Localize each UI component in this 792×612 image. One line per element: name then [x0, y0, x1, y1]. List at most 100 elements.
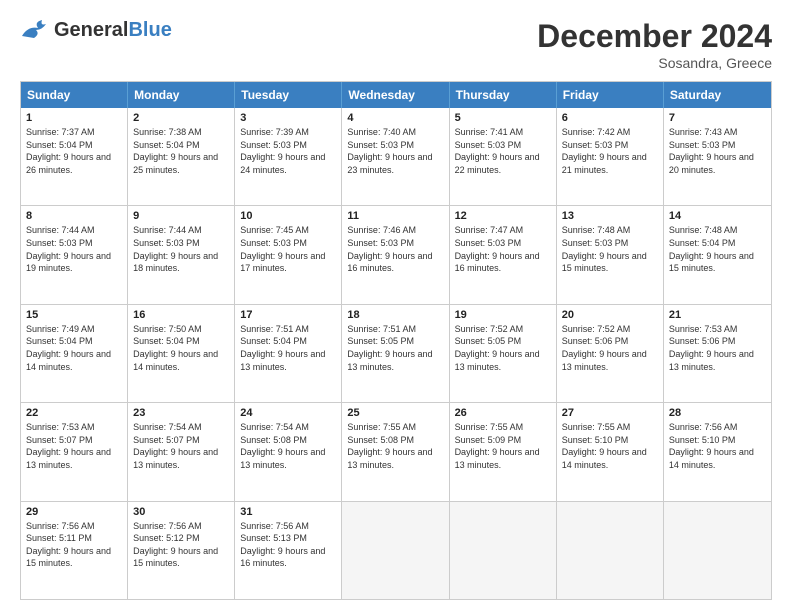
day-number: 28 — [669, 407, 766, 419]
calendar-day-cell: 14 Sunrise: 7:48 AM Sunset: 5:04 PM Dayli… — [664, 206, 771, 303]
day-info: Sunrise: 7:43 AM Sunset: 5:03 PM Dayligh… — [669, 126, 766, 176]
day-number: 3 — [240, 112, 336, 124]
day-info: Sunrise: 7:40 AM Sunset: 5:03 PM Dayligh… — [347, 126, 443, 176]
calendar-row: 29Sunrise: 7:56 AM Sunset: 5:11 PM Dayli… — [21, 501, 771, 599]
day-number: 21 — [669, 309, 766, 321]
weekday-header: Monday — [128, 82, 235, 108]
weekday-header: Thursday — [450, 82, 557, 108]
day-info: Sunrise: 7:46 AM Sunset: 5:03 PM Dayligh… — [347, 224, 443, 274]
day-number: 15 — [26, 309, 122, 321]
day-info: Sunrise: 7:56 AM Sunset: 5:13 PM Dayligh… — [240, 520, 336, 570]
calendar-day-cell: 5 Sunrise: 7:41 AM Sunset: 5:03 PM Daylig… — [450, 108, 557, 205]
weekday-header: Friday — [557, 82, 664, 108]
day-number: 27 — [562, 407, 658, 419]
day-number: 19 — [455, 309, 551, 321]
day-number: 20 — [562, 309, 658, 321]
day-number: 16 — [133, 309, 229, 321]
month-title: December 2024 — [537, 18, 772, 55]
day-info: Sunrise: 7:51 AM Sunset: 5:04 PM Dayligh… — [240, 323, 336, 373]
calendar-row: 8Sunrise: 7:44 AM Sunset: 5:03 PM Daylig… — [21, 205, 771, 303]
calendar-empty-cell — [557, 502, 664, 599]
calendar-day-cell: 16 Sunrise: 7:50 AM Sunset: 5:04 PM Dayli… — [128, 305, 235, 402]
day-number: 4 — [347, 112, 443, 124]
day-info: Sunrise: 7:48 AM Sunset: 5:03 PM Dayligh… — [562, 224, 658, 274]
calendar-day-cell: 21Sunrise: 7:53 AM Sunset: 5:06 PM Dayli… — [664, 305, 771, 402]
day-info: Sunrise: 7:56 AM Sunset: 5:10 PM Dayligh… — [669, 421, 766, 471]
title-area: December 2024 Sosandra, Greece — [537, 18, 772, 71]
day-info: Sunrise: 7:56 AM Sunset: 5:12 PM Dayligh… — [133, 520, 229, 570]
calendar-day-cell: 8Sunrise: 7:44 AM Sunset: 5:03 PM Daylig… — [21, 206, 128, 303]
calendar-day-cell: 28 Sunrise: 7:56 AM Sunset: 5:10 PM Dayli… — [664, 403, 771, 500]
day-number: 1 — [26, 112, 122, 124]
day-info: Sunrise: 7:54 AM Sunset: 5:08 PM Dayligh… — [240, 421, 336, 471]
day-number: 30 — [133, 506, 229, 518]
logo-blue-text: Blue — [128, 19, 171, 41]
day-info: Sunrise: 7:55 AM Sunset: 5:08 PM Dayligh… — [347, 421, 443, 471]
logo: GeneralBlue — [20, 18, 172, 42]
day-number: 6 — [562, 112, 658, 124]
day-number: 10 — [240, 210, 336, 222]
day-info: Sunrise: 7:55 AM Sunset: 5:09 PM Dayligh… — [455, 421, 551, 471]
calendar-day-cell: 20 Sunrise: 7:52 AM Sunset: 5:06 PM Dayli… — [557, 305, 664, 402]
logo-general-text: General — [54, 19, 128, 41]
day-info: Sunrise: 7:44 AM Sunset: 5:03 PM Dayligh… — [26, 224, 122, 274]
calendar-row: 15 Sunrise: 7:49 AM Sunset: 5:04 PM Dayli… — [21, 304, 771, 402]
day-number: 23 — [133, 407, 229, 419]
calendar-day-cell: 19 Sunrise: 7:52 AM Sunset: 5:05 PM Dayli… — [450, 305, 557, 402]
calendar-day-cell: 29Sunrise: 7:56 AM Sunset: 5:11 PM Dayli… — [21, 502, 128, 599]
day-info: Sunrise: 7:44 AM Sunset: 5:03 PM Dayligh… — [133, 224, 229, 274]
day-info: Sunrise: 7:56 AM Sunset: 5:11 PM Dayligh… — [26, 520, 122, 570]
day-info: Sunrise: 7:52 AM Sunset: 5:06 PM Dayligh… — [562, 323, 658, 373]
day-number: 18 — [347, 309, 443, 321]
calendar-empty-cell — [664, 502, 771, 599]
day-number: 13 — [562, 210, 658, 222]
calendar-day-cell: 30 Sunrise: 7:56 AM Sunset: 5:12 PM Dayli… — [128, 502, 235, 599]
day-info: Sunrise: 7:54 AM Sunset: 5:07 PM Dayligh… — [133, 421, 229, 471]
calendar-day-cell: 7 Sunrise: 7:43 AM Sunset: 5:03 PM Daylig… — [664, 108, 771, 205]
day-number: 24 — [240, 407, 336, 419]
day-info: Sunrise: 7:39 AM Sunset: 5:03 PM Dayligh… — [240, 126, 336, 176]
day-info: Sunrise: 7:52 AM Sunset: 5:05 PM Dayligh… — [455, 323, 551, 373]
calendar-row: 1Sunrise: 7:37 AM Sunset: 5:04 PM Daylig… — [21, 108, 771, 205]
weekday-header: Saturday — [664, 82, 771, 108]
day-number: 7 — [669, 112, 766, 124]
day-number: 14 — [669, 210, 766, 222]
day-number: 11 — [347, 210, 443, 222]
logo-bird-icon — [20, 18, 50, 42]
calendar-row: 22Sunrise: 7:53 AM Sunset: 5:07 PM Dayli… — [21, 402, 771, 500]
day-number: 12 — [455, 210, 551, 222]
day-info: Sunrise: 7:50 AM Sunset: 5:04 PM Dayligh… — [133, 323, 229, 373]
day-info: Sunrise: 7:38 AM Sunset: 5:04 PM Dayligh… — [133, 126, 229, 176]
header: GeneralBlue December 2024 Sosandra, Gree… — [20, 18, 772, 71]
calendar-day-cell: 4 Sunrise: 7:40 AM Sunset: 5:03 PM Daylig… — [342, 108, 449, 205]
day-number: 5 — [455, 112, 551, 124]
calendar-day-cell: 26 Sunrise: 7:55 AM Sunset: 5:09 PM Dayli… — [450, 403, 557, 500]
calendar-day-cell: 17 Sunrise: 7:51 AM Sunset: 5:04 PM Dayli… — [235, 305, 342, 402]
calendar: SundayMondayTuesdayWednesdayThursdayFrid… — [20, 81, 772, 600]
day-number: 22 — [26, 407, 122, 419]
page: GeneralBlue December 2024 Sosandra, Gree… — [0, 0, 792, 612]
day-info: Sunrise: 7:55 AM Sunset: 5:10 PM Dayligh… — [562, 421, 658, 471]
day-info: Sunrise: 7:51 AM Sunset: 5:05 PM Dayligh… — [347, 323, 443, 373]
day-info: Sunrise: 7:45 AM Sunset: 5:03 PM Dayligh… — [240, 224, 336, 274]
day-info: Sunrise: 7:42 AM Sunset: 5:03 PM Dayligh… — [562, 126, 658, 176]
day-info: Sunrise: 7:47 AM Sunset: 5:03 PM Dayligh… — [455, 224, 551, 274]
calendar-day-cell: 1Sunrise: 7:37 AM Sunset: 5:04 PM Daylig… — [21, 108, 128, 205]
day-number: 26 — [455, 407, 551, 419]
day-number: 9 — [133, 210, 229, 222]
calendar-day-cell: 2Sunrise: 7:38 AM Sunset: 5:04 PM Daylig… — [128, 108, 235, 205]
calendar-day-cell: 13 Sunrise: 7:48 AM Sunset: 5:03 PM Dayli… — [557, 206, 664, 303]
calendar-empty-cell — [450, 502, 557, 599]
calendar-empty-cell — [342, 502, 449, 599]
location: Sosandra, Greece — [537, 55, 772, 71]
calendar-day-cell: 11 Sunrise: 7:46 AM Sunset: 5:03 PM Dayli… — [342, 206, 449, 303]
day-number: 17 — [240, 309, 336, 321]
day-info: Sunrise: 7:48 AM Sunset: 5:04 PM Dayligh… — [669, 224, 766, 274]
day-info: Sunrise: 7:49 AM Sunset: 5:04 PM Dayligh… — [26, 323, 122, 373]
calendar-day-cell: 31Sunrise: 7:56 AM Sunset: 5:13 PM Dayli… — [235, 502, 342, 599]
day-info: Sunrise: 7:41 AM Sunset: 5:03 PM Dayligh… — [455, 126, 551, 176]
weekday-header: Wednesday — [342, 82, 449, 108]
calendar-day-cell: 6 Sunrise: 7:42 AM Sunset: 5:03 PM Daylig… — [557, 108, 664, 205]
calendar-day-cell: 15 Sunrise: 7:49 AM Sunset: 5:04 PM Dayli… — [21, 305, 128, 402]
calendar-header: SundayMondayTuesdayWednesdayThursdayFrid… — [21, 82, 771, 108]
